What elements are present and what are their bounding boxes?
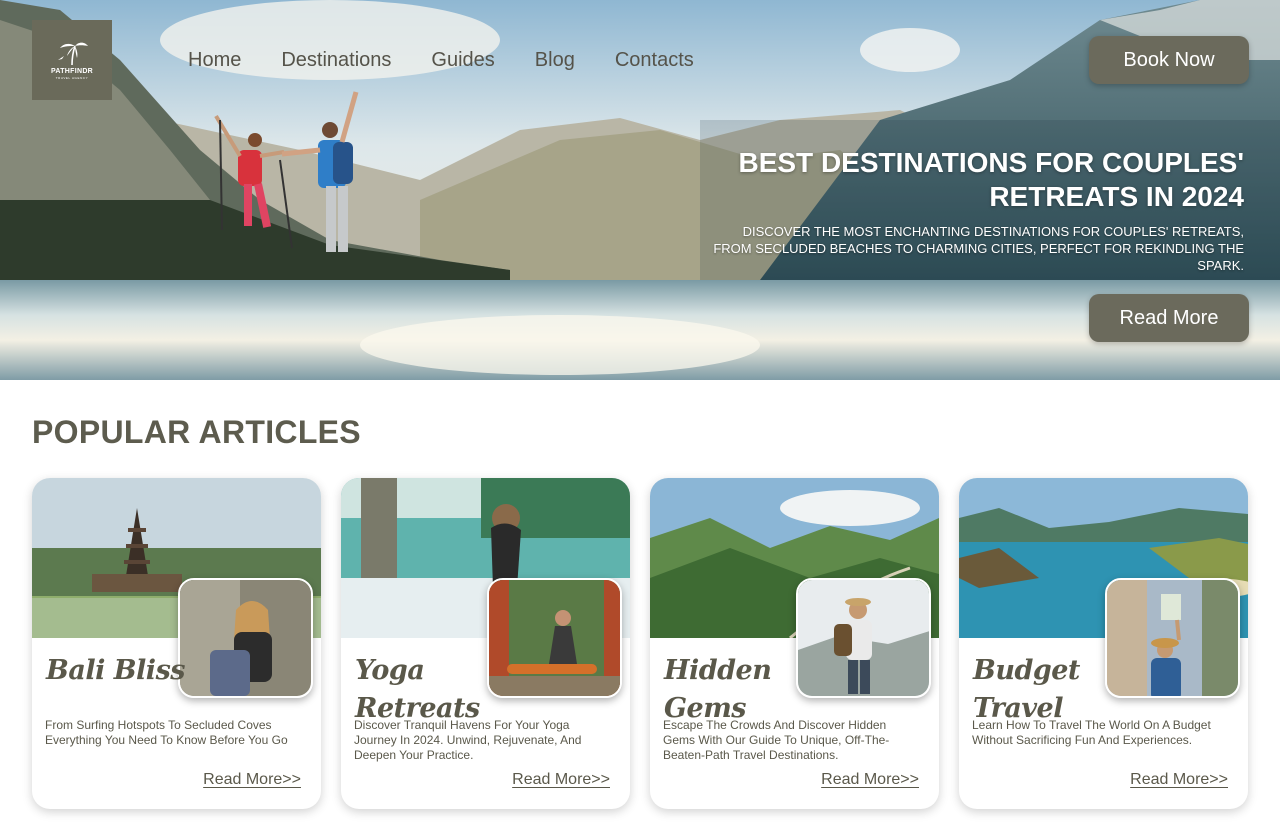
article-desc-hidden-gems: Escape The Crowds And Discover Hidden Ge…	[663, 718, 890, 762]
popular-articles-heading: POPULAR ARTICLES	[32, 414, 361, 450]
main-nav: Home Destinations Guides Blog Contacts	[188, 46, 734, 74]
nav-destinations[interactable]: Destinations	[281, 46, 391, 74]
hero-subtitle: DISCOVER THE MOST ENCHANTING DESTINATION…	[713, 224, 1244, 273]
traveler-map-thumbnail	[1105, 578, 1240, 698]
article-title-budget-travel: Budget Travel	[973, 655, 1080, 724]
yoga-woman-thumbnail	[487, 578, 622, 698]
nav-blog[interactable]: Blog	[535, 46, 575, 74]
hero-read-more-button[interactable]: Read More	[1089, 294, 1249, 342]
hero-banner: PATHFINDR TRAVEL AGENCY Home Destination…	[0, 0, 1280, 380]
pathfindr-logo[interactable]: PATHFINDR TRAVEL AGENCY	[32, 20, 112, 100]
nav-home[interactable]: Home	[188, 46, 241, 74]
book-now-button[interactable]: Book Now	[1089, 36, 1249, 84]
hiker-thumbnail	[796, 578, 931, 698]
palm-tree-icon	[58, 42, 88, 66]
read-more-link-bali[interactable]: Read More>>	[203, 771, 301, 789]
hero-title: BEST DESTINATIONS FOR COUPLES' RETREATS …	[738, 147, 1244, 212]
logo-brand-name: PATHFINDR	[50, 68, 94, 75]
article-desc-bali: From Surfing Hotspots To Secluded Coves …	[45, 718, 288, 747]
bali-woman-thumbnail	[178, 578, 313, 698]
read-more-link-yoga[interactable]: Read More>>	[512, 771, 610, 789]
article-card-yoga[interactable]: Yoga Retreats Discover Tranquil Havens F…	[341, 478, 630, 809]
article-card-budget-travel[interactable]: Budget Travel Learn How To Travel The Wo…	[959, 478, 1248, 809]
nav-contacts[interactable]: Contacts	[615, 46, 694, 74]
article-desc-budget-travel: Learn How To Travel The World On A Budge…	[972, 718, 1211, 747]
article-title-yoga: Yoga Retreats	[355, 655, 480, 724]
article-card-hidden-gems[interactable]: Hidden Gems Escape The Crowds And Discov…	[650, 478, 939, 809]
article-card-bali[interactable]: Bali Bliss From Surfing Hotspots To Secl…	[32, 478, 321, 809]
logo-tagline: TRAVEL AGENCY	[55, 76, 89, 80]
article-title-bali: Bali Bliss	[46, 655, 185, 686]
read-more-link-budget-travel[interactable]: Read More>>	[1130, 771, 1228, 789]
read-more-link-hidden-gems[interactable]: Read More>>	[821, 771, 919, 789]
nav-guides[interactable]: Guides	[431, 46, 494, 74]
article-desc-yoga: Discover Tranquil Havens For Your Yoga J…	[354, 718, 582, 762]
article-title-hidden-gems: Hidden Gems	[664, 655, 772, 724]
